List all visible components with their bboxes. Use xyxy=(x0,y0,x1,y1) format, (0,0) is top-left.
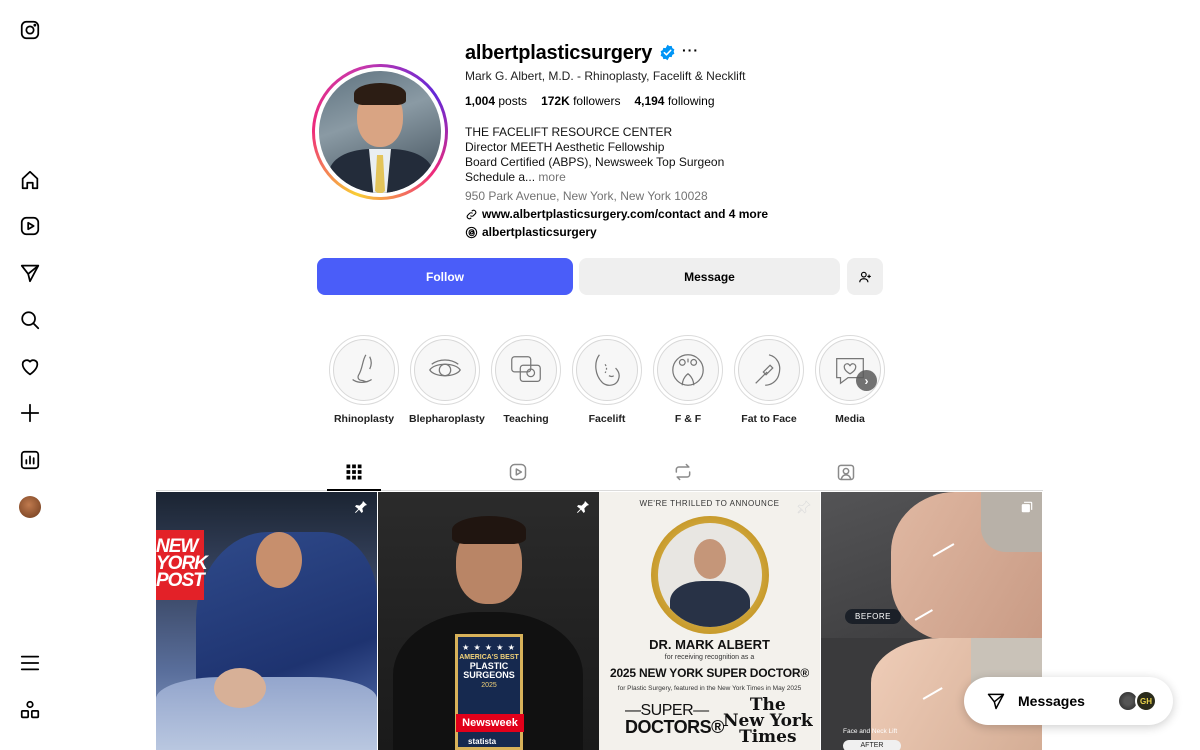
tab-reposts[interactable] xyxy=(671,460,695,484)
pinned-icon xyxy=(796,499,812,515)
highlight-blepharoplasty[interactable]: Blepharoplasty xyxy=(409,335,485,425)
bio-more-link[interactable]: more xyxy=(538,170,565,184)
tagged-icon xyxy=(837,464,855,481)
post-tile-1[interactable]: NEW YORK POST xyxy=(156,492,377,750)
profile-username: albertplasticsurgery xyxy=(465,42,653,64)
profile-link[interactable]: www.albertplasticsurgery.com/contact and… xyxy=(465,207,768,221)
pinned-icon xyxy=(353,499,369,515)
insights-icon[interactable] xyxy=(18,448,42,472)
explore-icon[interactable] xyxy=(18,261,42,285)
create-plus-icon[interactable] xyxy=(18,401,42,425)
home-icon[interactable] xyxy=(18,168,42,192)
profile-full-name: Mark G. Albert, M.D. - Rhinoplasty, Face… xyxy=(465,69,746,83)
super-doctors-logo: —SUPER— DOCTORS® xyxy=(625,702,724,737)
highlight-teaching[interactable]: Teaching xyxy=(490,335,562,425)
new-york-post-logo: NEW YORK POST xyxy=(156,530,208,600)
highlight-facelift[interactable]: Facelift xyxy=(571,335,643,425)
profile-bio: THE FACELIFT RESOURCE CENTER Director ME… xyxy=(465,125,725,184)
add-person-icon xyxy=(859,271,871,282)
highlights-next-arrow-icon[interactable]: › xyxy=(856,370,877,391)
chat-icon xyxy=(511,356,541,383)
posts-stat: 1,004 posts xyxy=(465,94,528,108)
active-tab-indicator xyxy=(327,489,381,491)
detail-text: for Plastic Surgery, featured in the New… xyxy=(617,685,802,692)
apps-icon[interactable] xyxy=(18,698,42,722)
options-more-icon[interactable]: ··· xyxy=(682,42,699,58)
link-icon xyxy=(466,209,477,219)
americas-best-badge: ★ ★ ★ ★ ★ AMERICA'S BEST PLASTIC SURGEON… xyxy=(455,634,523,750)
messages-label: Messages xyxy=(1018,693,1085,709)
avatar: GH xyxy=(1135,690,1157,712)
announce-text: WE'RE THRILLED TO ANNOUNCE xyxy=(639,499,780,508)
heart-icon[interactable] xyxy=(18,355,42,379)
carousel-icon xyxy=(1020,500,1034,514)
pinned-icon xyxy=(575,499,591,515)
faces-icon xyxy=(672,354,704,386)
instagram-logo-icon[interactable] xyxy=(18,18,42,42)
messages-pill[interactable]: Messages GH xyxy=(964,677,1173,725)
followers-stat[interactable]: 172K followers xyxy=(541,94,620,108)
super-doctor-title: 2025 NEW YORK SUPER DOCTOR® xyxy=(609,666,810,680)
posts-grid-icon xyxy=(346,464,362,480)
profile-avatar-icon[interactable] xyxy=(18,495,42,519)
syringe-icon xyxy=(755,354,781,386)
post-tile-2[interactable]: ★ ★ ★ ★ ★ AMERICA'S BEST PLASTIC SURGEON… xyxy=(378,492,599,750)
tabs-divider xyxy=(156,490,1043,491)
left-nav-rail xyxy=(0,0,60,750)
search-icon[interactable] xyxy=(18,308,42,332)
message-button[interactable]: Message xyxy=(579,258,840,295)
face-icon xyxy=(595,354,620,386)
doctor-name-text: DR. MARK ALBERT xyxy=(649,637,770,652)
threads-icon xyxy=(465,226,478,238)
reels-nav-icon[interactable] xyxy=(18,214,42,238)
reposts-icon xyxy=(675,463,691,481)
suggested-users-button[interactable] xyxy=(847,258,883,295)
profile-picture[interactable] xyxy=(312,64,448,200)
menu-hamburger-icon[interactable] xyxy=(18,651,42,675)
before-label: BEFORE xyxy=(845,609,901,624)
highlight-f-and-f[interactable]: F & F xyxy=(652,335,724,425)
reels-icon xyxy=(509,463,527,481)
tab-posts[interactable] xyxy=(342,460,366,484)
profile-stats: 1,004 posts 172K followers 4,194 followi… xyxy=(465,94,715,108)
follow-button[interactable]: Follow xyxy=(317,258,573,295)
after-label: AFTER xyxy=(843,740,901,750)
threads-link[interactable]: albertplasticsurgery xyxy=(465,225,597,239)
following-stat[interactable]: 4,194 following xyxy=(634,94,714,108)
tab-tagged[interactable] xyxy=(834,460,858,484)
recognition-text: for receiving recognition as a xyxy=(664,654,755,661)
highlight-fat-to-face[interactable]: Fat to Face xyxy=(733,335,805,425)
newsweek-logo: Newsweek xyxy=(456,714,524,732)
eye-icon xyxy=(429,359,461,377)
direct-message-icon xyxy=(987,693,1005,710)
verified-badge-icon xyxy=(660,44,675,61)
caption-text: Face and Neck Lift xyxy=(843,728,898,735)
gold-medal-portrait xyxy=(651,516,769,634)
highlight-rhinoplasty[interactable]: Rhinoplasty xyxy=(328,335,400,425)
nyt-logo: The New York Times xyxy=(723,695,813,747)
post-tile-3[interactable]: WE'RE THRILLED TO ANNOUNCE DR. MARK ALBE… xyxy=(599,492,820,750)
nose-icon xyxy=(352,354,372,383)
profile-address: 950 Park Avenue, New York, New York 1002… xyxy=(465,189,708,203)
statista-logo: statista xyxy=(468,737,497,746)
tab-reels[interactable] xyxy=(506,460,530,484)
